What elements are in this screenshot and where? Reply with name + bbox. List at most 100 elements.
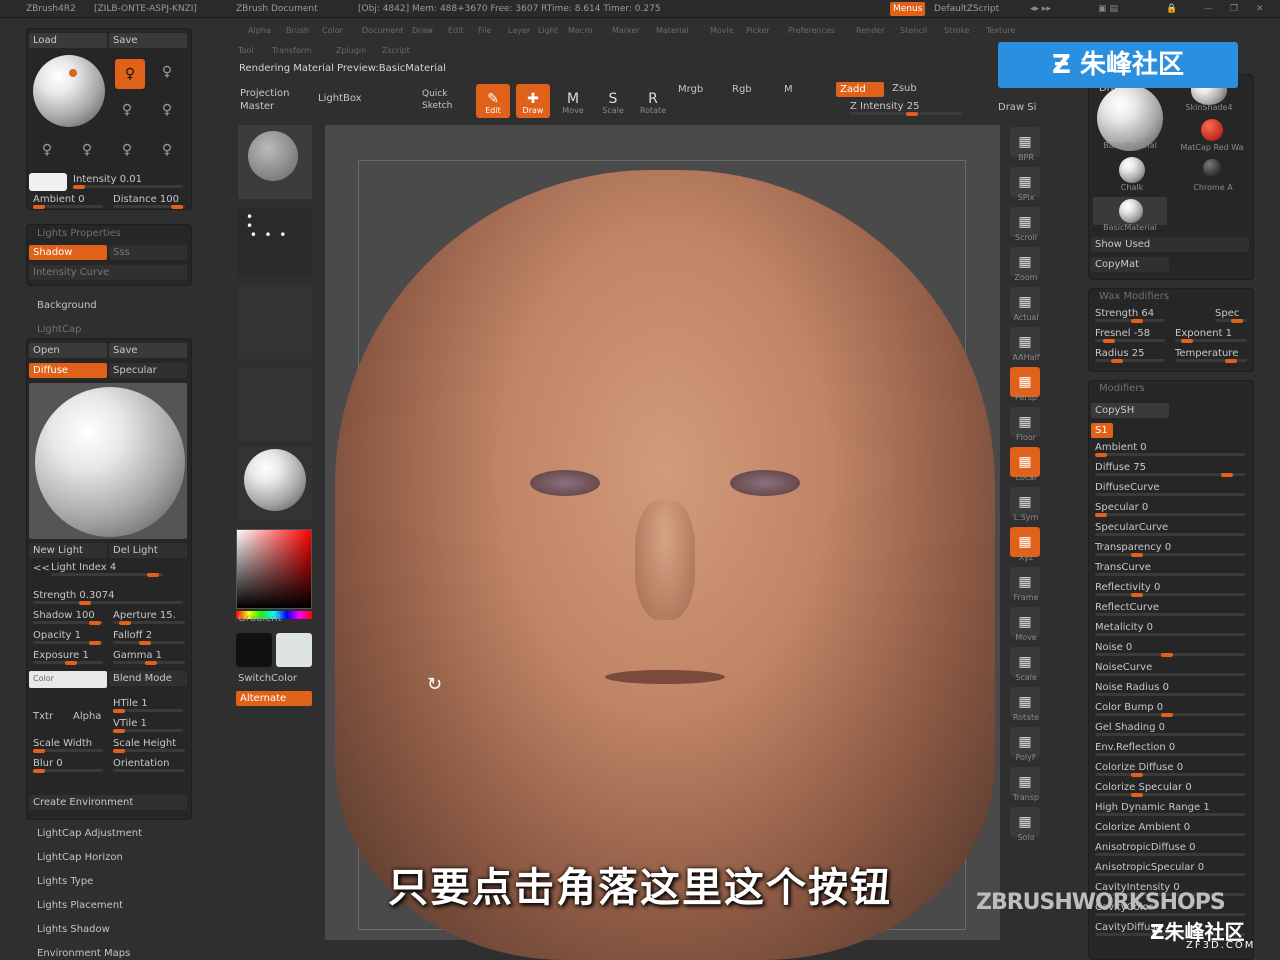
lights-shadow-section[interactable]: Lights Shadow — [37, 924, 110, 935]
modifier-colorize-ambient-0[interactable]: Colorize Ambient 0 — [1091, 821, 1249, 837]
modifiers-header[interactable]: Modifiers — [1099, 383, 1145, 394]
falloff-slider[interactable]: Falloff 2 — [109, 629, 189, 645]
exposure-knob[interactable] — [65, 661, 77, 665]
modifier-diffuse-75[interactable]: Diffuse 75 — [1091, 461, 1249, 477]
menu-item-tool[interactable]: Tool — [238, 46, 254, 55]
lightcap-save-button[interactable]: Save — [109, 343, 187, 358]
falloff-knob[interactable] — [139, 641, 151, 645]
modifier-colorize-specular-0[interactable]: Colorize Specular 0 — [1091, 781, 1249, 797]
radius-knob[interactable] — [1111, 359, 1123, 363]
exponent-slider[interactable]: Exponent 1 — [1171, 327, 1251, 343]
sss-button[interactable]: Sss — [109, 245, 187, 260]
color-picker[interactable] — [236, 529, 312, 609]
htile-slider[interactable]: HTile 1 — [109, 697, 187, 713]
strength-slider[interactable]: Strength 0.3074 — [29, 589, 187, 605]
light-intensity-knob[interactable] — [73, 185, 85, 189]
modifier-color-bump-0-knob[interactable] — [1161, 713, 1173, 717]
wax-modifiers-header[interactable]: Wax Modifiers — [1099, 291, 1169, 302]
quick-sketch-button[interactable]: Quick Sketch — [398, 84, 470, 116]
radius-slider[interactable]: Radius 25 — [1091, 347, 1169, 363]
shadow-button[interactable]: Shadow — [29, 245, 107, 260]
copysh-button[interactable]: CopySH — [1091, 403, 1169, 418]
modifier-color-bump-0[interactable]: Color Bump 0 — [1091, 701, 1249, 717]
menu-item-brush[interactable]: Brush — [286, 26, 309, 35]
basic-material-slot[interactable] — [1093, 197, 1167, 225]
diffuse-button[interactable]: Diffuse — [29, 363, 107, 378]
modifier-noise-0-knob[interactable] — [1161, 653, 1173, 657]
modifier-transparency-0-knob[interactable] — [1131, 553, 1143, 557]
light-bulb-8-icon[interactable]: ♀ — [159, 141, 175, 159]
menu-item-layer[interactable]: Layer — [508, 26, 530, 35]
modifier-diffuse-75-knob[interactable] — [1221, 473, 1233, 477]
menu-item-render[interactable]: Render — [856, 26, 884, 35]
modifier-transparency-0[interactable]: Transparency 0 — [1091, 541, 1249, 557]
aperture-slider[interactable]: Aperture 15. — [109, 609, 189, 625]
menus-button[interactable]: Menus — [890, 2, 926, 16]
fresnel-slider[interactable]: Fresnel -58 — [1091, 327, 1169, 343]
minimize-icon[interactable]: — — [1204, 0, 1213, 18]
blur-knob[interactable] — [33, 769, 45, 773]
modifier-reflectivity-0[interactable]: Reflectivity 0 — [1091, 581, 1249, 597]
menu-item-stroke[interactable]: Stroke — [944, 26, 970, 35]
background-section[interactable]: Background — [37, 300, 97, 311]
zscript-label[interactable]: DefaultZScript — [934, 0, 999, 18]
scale-width-knob[interactable] — [33, 749, 45, 753]
temperature-slider[interactable]: Temperature — [1171, 347, 1251, 363]
htile-knob[interactable] — [113, 709, 125, 713]
blur-slider[interactable]: Blur 0 — [29, 757, 107, 773]
wax-strength-slider[interactable]: Strength 64 — [1091, 307, 1169, 323]
fresnel-knob[interactable] — [1103, 339, 1115, 343]
menu-item-color[interactable]: Color — [322, 26, 343, 35]
window-layout-icon[interactable]: ▣ ▤ — [1098, 0, 1118, 18]
rgb-button[interactable]: Rgb — [732, 84, 752, 95]
ambient-slider[interactable]: Ambient 0 — [29, 193, 107, 209]
show-used-button[interactable]: Show Used — [1091, 237, 1249, 252]
chalk-material-icon[interactable] — [1119, 157, 1145, 183]
light-save-button[interactable]: Save — [109, 33, 187, 48]
light-bulb-6-icon[interactable]: ♀ — [79, 141, 95, 159]
menu-item-draw[interactable]: Draw — [412, 26, 433, 35]
vtile-slider[interactable]: VTile 1 — [109, 717, 187, 733]
menu-item-stencil[interactable]: Stencil — [900, 26, 927, 35]
modifier-specularcurve[interactable]: SpecularCurve — [1091, 521, 1249, 537]
texture-thumbnail[interactable] — [238, 367, 312, 441]
modifier-transcurve[interactable]: TransCurve — [1091, 561, 1249, 577]
specular-button[interactable]: Specular — [109, 363, 187, 378]
modifier-ambient-0[interactable]: Ambient 0 — [1091, 441, 1249, 457]
modifier-colorize-specular-0-knob[interactable] — [1131, 793, 1143, 797]
modifier-colorize-diffuse-0[interactable]: Colorize Diffuse 0 — [1091, 761, 1249, 777]
gamma-knob[interactable] — [145, 661, 157, 665]
opacity-slider[interactable]: Opacity 1 — [29, 629, 107, 645]
wax-spec-slider[interactable]: Spec — [1211, 307, 1251, 323]
projection-master-button[interactable]: Projection Master — [236, 84, 312, 116]
menu-item-transform[interactable]: Transform — [272, 46, 312, 55]
create-environment-button[interactable]: Create Environment — [29, 795, 187, 810]
menu-item-alpha[interactable]: Alpha — [248, 26, 271, 35]
modifier-reflectcurve[interactable]: ReflectCurve — [1091, 601, 1249, 617]
gradient-label[interactable]: Gradient — [238, 613, 282, 624]
modifier-high-dynamic-range-1[interactable]: High Dynamic Range 1 — [1091, 801, 1249, 817]
menu-item-preferences[interactable]: Preferences — [788, 26, 835, 35]
aperture-knob[interactable] — [119, 621, 131, 625]
environment-maps-section[interactable]: Environment Maps — [37, 948, 130, 959]
light-bulb-1-icon[interactable]: ♀ — [115, 59, 145, 89]
switchcolor-button[interactable]: SwitchColor — [238, 673, 297, 684]
lightcap-adjustment-section[interactable]: LightCap Adjustment — [37, 828, 142, 839]
material-thumbnail[interactable] — [238, 447, 312, 521]
z-intensity-knob[interactable] — [906, 112, 918, 116]
copymat-button[interactable]: CopyMat — [1091, 257, 1169, 272]
brush-thumbnail[interactable] — [238, 125, 312, 199]
menu-item-movie[interactable]: Movie — [710, 26, 734, 35]
sculpted-head-model[interactable] — [335, 170, 995, 960]
distance-knob[interactable] — [171, 205, 183, 209]
lock-icon[interactable]: 🔒 — [1166, 0, 1177, 18]
light-bulb-2-icon[interactable]: ♀ — [159, 63, 175, 81]
light-color-swatch[interactable] — [29, 173, 67, 191]
menu-item-edit[interactable]: Edit — [448, 26, 464, 35]
menu-item-texture[interactable]: Texture — [986, 26, 1015, 35]
lightcap-header[interactable]: LightCap — [37, 324, 81, 335]
modifier-noise-radius-0[interactable]: Noise Radius 0 — [1091, 681, 1249, 697]
exposure-slider[interactable]: Exposure 1 — [29, 649, 107, 665]
orientation-slider[interactable]: Orientation — [109, 757, 189, 773]
distance-slider[interactable]: Distance 100 — [109, 193, 189, 209]
